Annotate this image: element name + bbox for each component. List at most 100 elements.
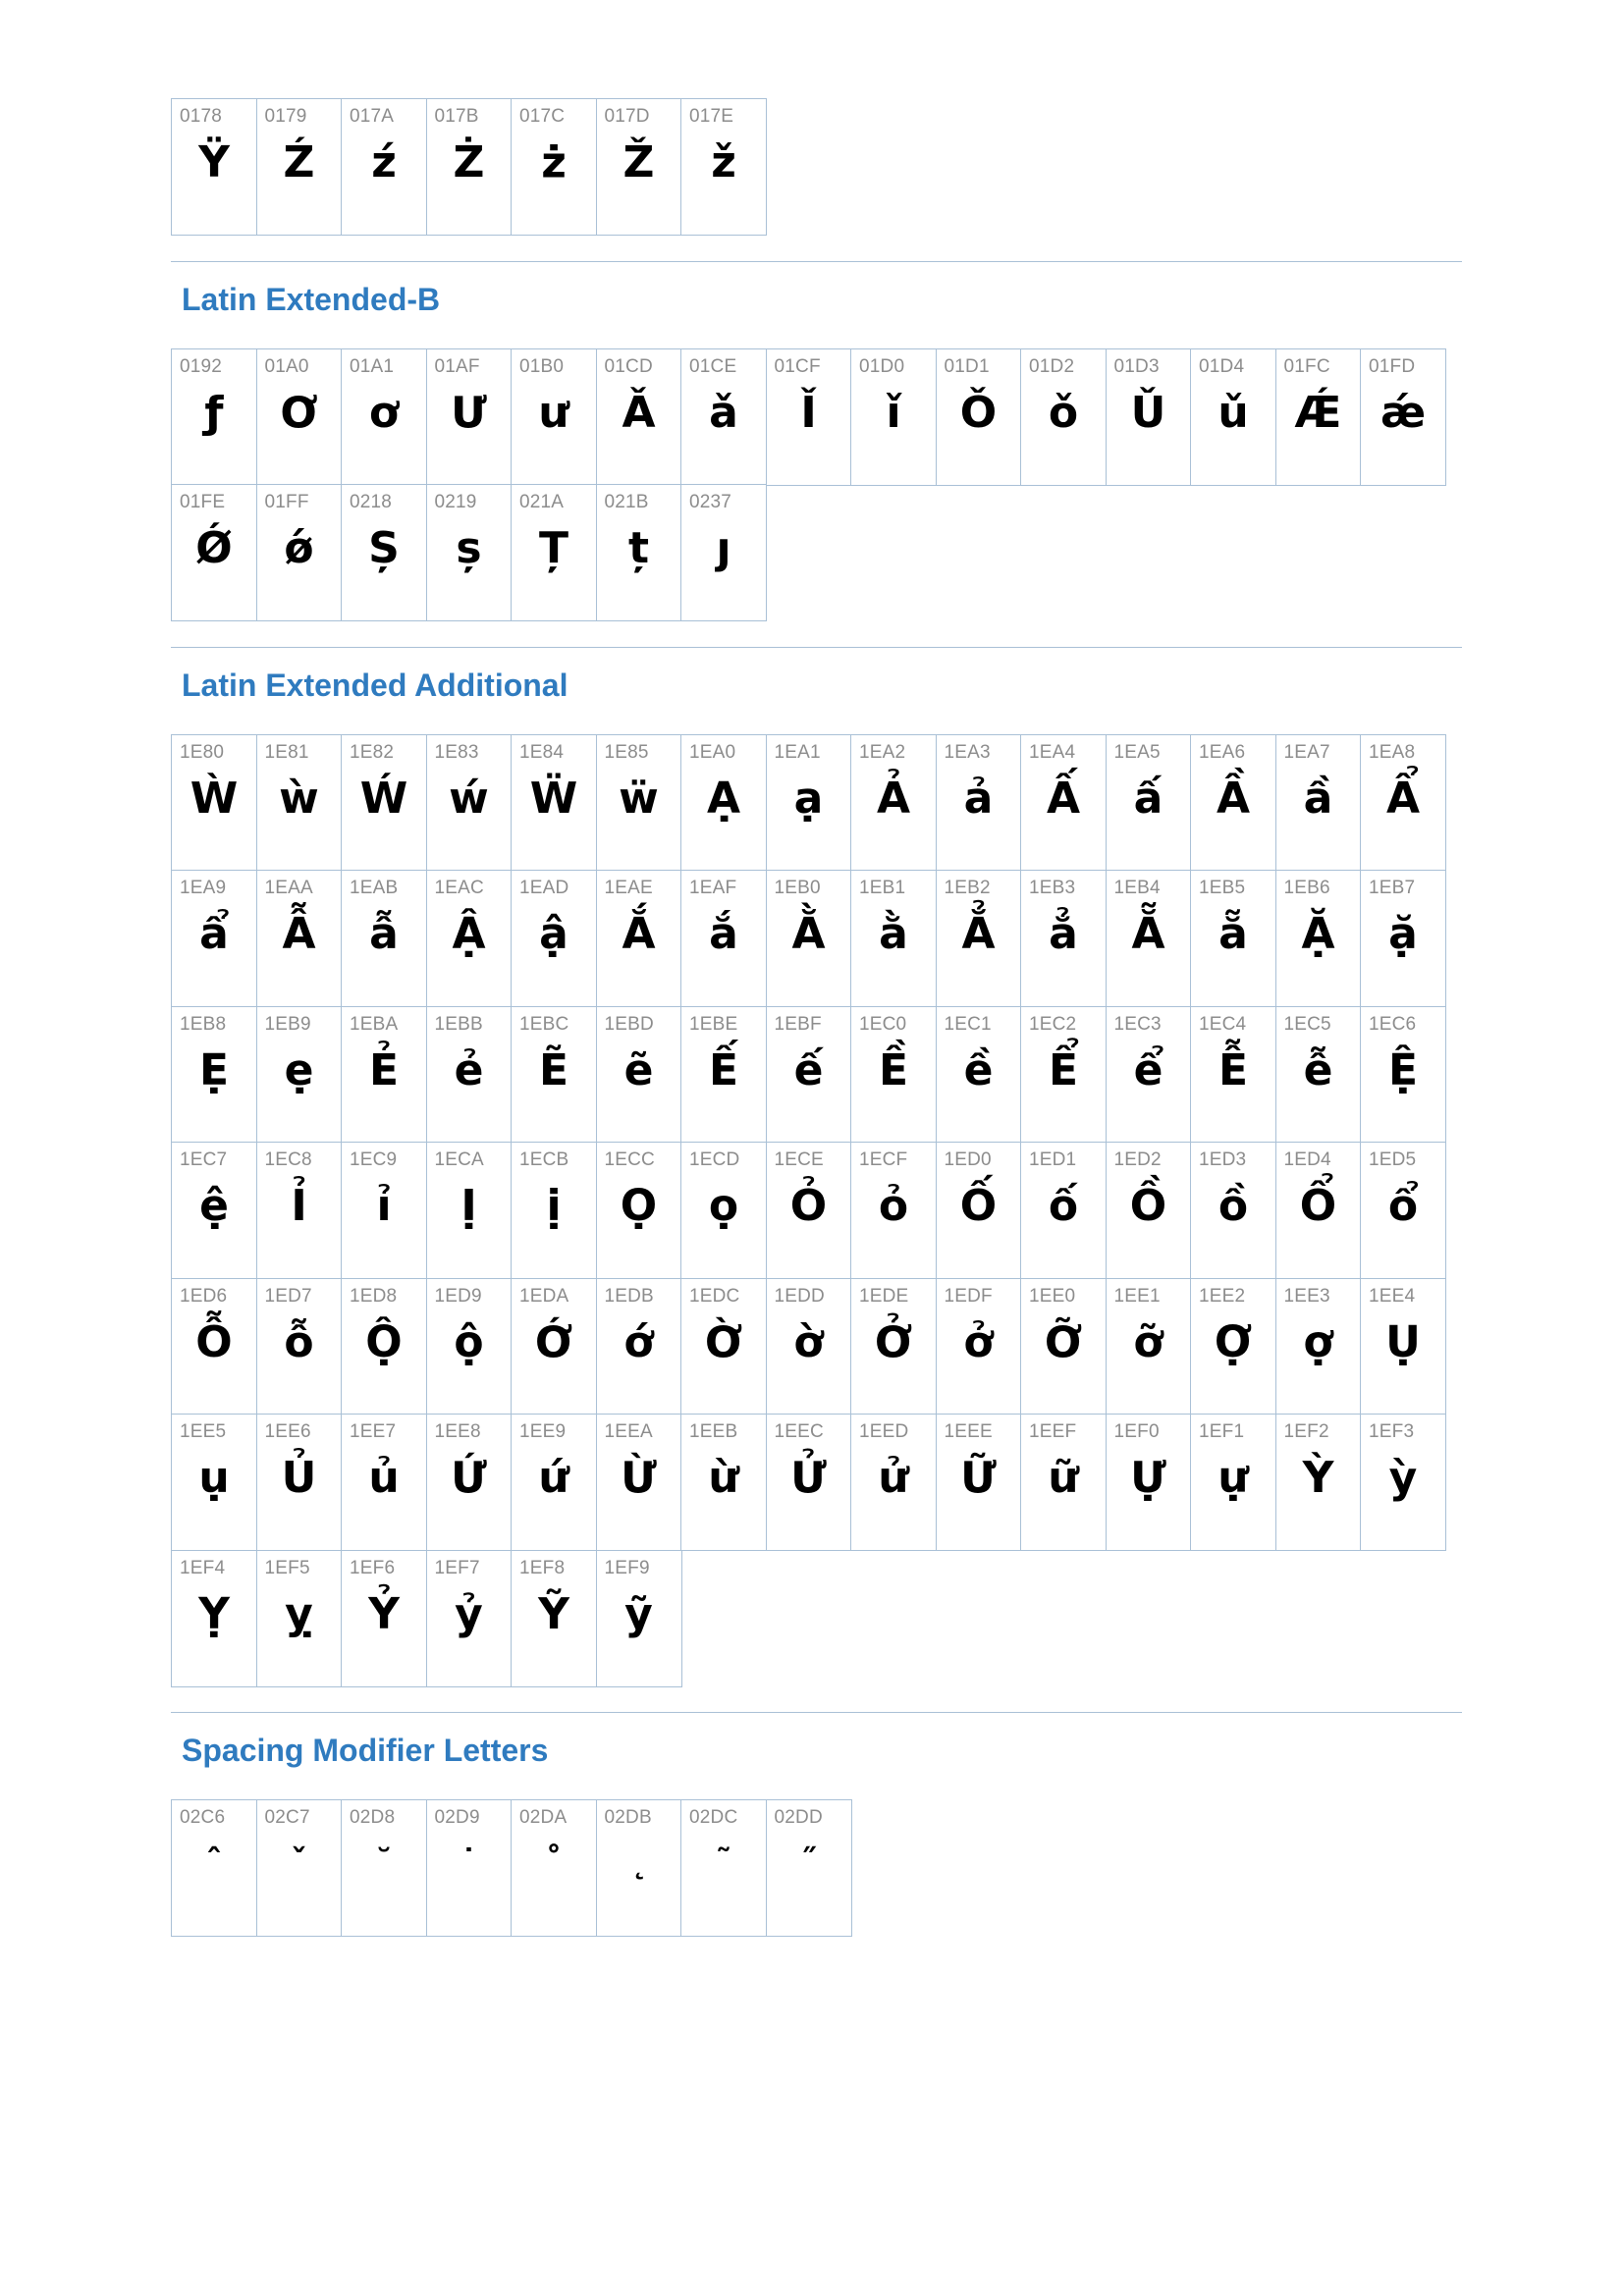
codepoint-label: 1EB5 bbox=[1199, 878, 1246, 898]
codepoint-label: 1EEA bbox=[604, 1421, 653, 1442]
glyph-cell: 1EE2 Ợ bbox=[1190, 1277, 1276, 1415]
section-title-latin-extended-b: Latin Extended-B bbox=[182, 281, 441, 317]
codepoint-label: 1E82 bbox=[350, 741, 395, 763]
glyph-cell: 1EEA Ừ bbox=[595, 1414, 682, 1551]
glyph-sample: ǔ bbox=[1217, 387, 1249, 438]
codepoint-label: 1EF9 bbox=[604, 1557, 650, 1578]
glyph-cell: 01CD Ǎ bbox=[595, 347, 682, 486]
glyph-sample: Ơ bbox=[280, 387, 318, 438]
glyph-sample: ˆ bbox=[205, 1842, 223, 1882]
codepoint-label: 1EF3 bbox=[1369, 1421, 1415, 1442]
glyph-sample: Ẹ bbox=[198, 1044, 230, 1095]
glyph-sample: Ể bbox=[1048, 1044, 1079, 1095]
glyph-sample: ạ bbox=[793, 773, 824, 824]
glyph-sample: Ÿ bbox=[198, 137, 230, 187]
glyph-cell: 02C6 ˆ bbox=[171, 1799, 257, 1937]
glyph-cell: 1EBC Ẽ bbox=[511, 1005, 597, 1144]
glyph-sample: Ề bbox=[878, 1044, 909, 1095]
glyph-sample: ˘ bbox=[375, 1842, 393, 1882]
glyph-cell: 1EE1 ỡ bbox=[1105, 1277, 1192, 1415]
codepoint-label: 1EB8 bbox=[180, 1013, 227, 1035]
glyph-sample: Ẫ bbox=[282, 909, 316, 959]
codepoint-label: 01B0 bbox=[519, 355, 565, 377]
glyph-sample: Ỳ bbox=[1302, 1453, 1334, 1503]
codepoint-label: 1ED8 bbox=[350, 1285, 398, 1307]
glyph-cell: 1EAD ậ bbox=[511, 870, 597, 1007]
codepoint-label: 01D3 bbox=[1113, 355, 1160, 377]
glyph-cell: 1EC3 ể bbox=[1105, 1005, 1192, 1144]
glyph-sample: Ầ bbox=[1216, 773, 1251, 824]
glyph-sample: ỉ bbox=[376, 1181, 392, 1231]
glyph-cell: 1EE0 Ỡ bbox=[1020, 1277, 1107, 1415]
glyph-cell: 02DA ˚ bbox=[511, 1799, 597, 1937]
codepoint-label: 1ED4 bbox=[1283, 1149, 1331, 1170]
glyph-cell: 1ED3 ồ bbox=[1190, 1142, 1276, 1279]
glyph-sample: Ủ bbox=[281, 1453, 317, 1503]
glyph-cell: 02D8 ˘ bbox=[341, 1799, 427, 1937]
glyph-sample: Ỏ bbox=[789, 1181, 828, 1231]
codepoint-label: 1EF2 bbox=[1283, 1421, 1329, 1442]
glyph-sample: Ǿ bbox=[195, 523, 233, 573]
codepoint-label: 1EDF bbox=[944, 1285, 993, 1307]
glyph-sample: Ỗ bbox=[195, 1316, 233, 1367]
glyph-cell: 1EF0 Ự bbox=[1105, 1414, 1192, 1551]
codepoint-label: 1EE4 bbox=[1369, 1285, 1416, 1307]
glyph-cell: 1EB6 Ặ bbox=[1274, 870, 1362, 1007]
codepoint-label: 02D9 bbox=[434, 1807, 480, 1828]
codepoint-label: 1EAB bbox=[350, 878, 399, 898]
glyph-cell: 1EDB ớ bbox=[595, 1277, 682, 1415]
codepoint-label: 1EB1 bbox=[859, 878, 906, 898]
glyph-sample: Ễ bbox=[1217, 1044, 1249, 1095]
glyph-sample: Ừ bbox=[621, 1453, 657, 1503]
codepoint-label: 1EE5 bbox=[180, 1421, 227, 1442]
glyph-cell: 1EF5 ỵ bbox=[255, 1549, 343, 1687]
glyph-cell: 1EF6 Ỷ bbox=[341, 1549, 427, 1687]
codepoint-label: 1EC7 bbox=[180, 1149, 228, 1170]
codepoint-label: 1ECD bbox=[689, 1149, 740, 1170]
glyph-cell: 1ECF ỏ bbox=[850, 1142, 937, 1279]
codepoint-label: 01CE bbox=[689, 355, 737, 377]
codepoint-label: 1EB7 bbox=[1369, 878, 1416, 898]
codepoint-label: 1EC9 bbox=[350, 1149, 398, 1170]
glyph-sample: ỗ bbox=[284, 1316, 314, 1367]
glyph-sample: Ợ bbox=[1214, 1316, 1253, 1367]
glyph-cell: 01AF Ư bbox=[425, 347, 513, 486]
glyph-cell: 1EE3 ợ bbox=[1274, 1277, 1362, 1415]
codepoint-label: 01FF bbox=[264, 492, 309, 512]
codepoint-label: 1EE6 bbox=[264, 1421, 311, 1442]
codepoint-label: 01CD bbox=[604, 355, 653, 377]
glyph-cell: 1ED2 Ồ bbox=[1105, 1142, 1192, 1279]
glyph-sample: ự bbox=[1217, 1453, 1249, 1503]
glyph-cell: 1EB7 ặ bbox=[1360, 870, 1446, 1007]
codepoint-label: 1EBA bbox=[350, 1013, 399, 1035]
glyph-sample: ǿ bbox=[284, 523, 314, 573]
glyph-cell: 1EB2 Ẳ bbox=[935, 870, 1022, 1007]
codepoint-label: 1EBE bbox=[689, 1013, 738, 1035]
codepoint-label: 1EE3 bbox=[1283, 1285, 1330, 1307]
codepoint-label: 1EC1 bbox=[944, 1013, 992, 1035]
glyph-cell: 017C ż bbox=[511, 98, 597, 236]
codepoint-label: 1ED7 bbox=[264, 1285, 312, 1307]
codepoint-label: 1ECE bbox=[774, 1149, 824, 1170]
glyph-sample: Ž bbox=[622, 137, 655, 187]
glyph-sample: ˇ bbox=[291, 1842, 307, 1882]
glyph-cell: 017B Ż bbox=[425, 98, 513, 236]
glyph-cell: 1E81 ẁ bbox=[255, 733, 343, 872]
glyph-sample: Ỷ bbox=[368, 1588, 400, 1639]
codepoint-label: 02DC bbox=[689, 1807, 738, 1828]
glyph-sample: ứ bbox=[538, 1453, 569, 1503]
codepoint-label: 1EB0 bbox=[774, 878, 821, 898]
glyph-cell: 01A1 ơ bbox=[341, 347, 427, 486]
codepoint-label: 0192 bbox=[180, 355, 223, 377]
glyph-cell: 1EE4 Ụ bbox=[1360, 1277, 1446, 1415]
codepoint-label: 1EBD bbox=[604, 1013, 654, 1035]
codepoint-label: 1EC8 bbox=[264, 1149, 312, 1170]
glyph-sample: Ǎ bbox=[622, 387, 656, 438]
glyph-cell: 02DD ˝ bbox=[765, 1799, 852, 1937]
glyph-sample: Ử bbox=[790, 1453, 827, 1503]
glyph-cell: 1EB9 ẹ bbox=[255, 1005, 343, 1144]
glyph-cell: 02DB ˛ bbox=[595, 1799, 682, 1937]
codepoint-label: 1EA2 bbox=[859, 741, 906, 763]
codepoint-label: 1EB2 bbox=[944, 878, 991, 898]
codepoint-label: 1EA1 bbox=[774, 741, 821, 763]
